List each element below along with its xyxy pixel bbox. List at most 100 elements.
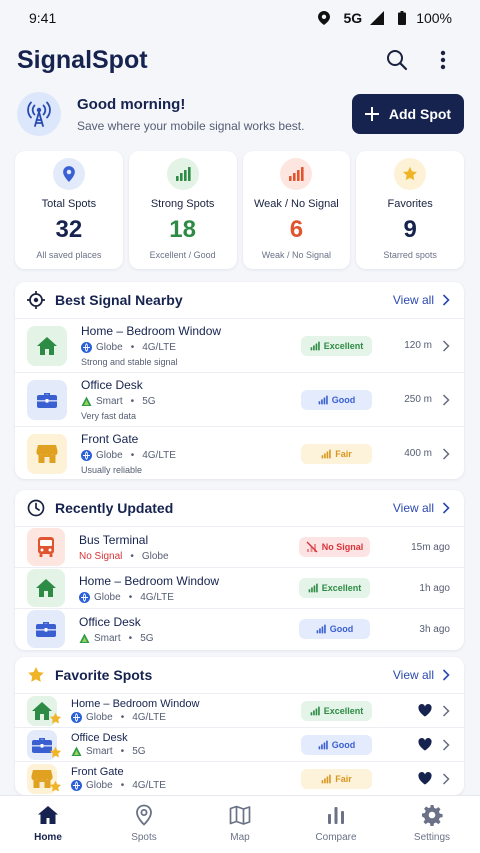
signal-bars-icon bbox=[166, 158, 199, 190]
home-icon bbox=[27, 325, 67, 366]
favorite-row[interactable]: Office Desk Smart • 5G Good bbox=[15, 727, 464, 761]
chevron-right-icon[interactable] bbox=[442, 502, 450, 514]
stat-card[interactable]: Favorites 9 Starred spots bbox=[356, 151, 464, 269]
chevron-right-icon[interactable] bbox=[442, 294, 450, 306]
nav-label: Compare bbox=[315, 832, 357, 843]
briefcase-icon bbox=[27, 729, 62, 760]
carrier-name: Globe bbox=[86, 712, 113, 723]
carrier-name: Globe bbox=[96, 450, 123, 461]
globe-carrier-icon bbox=[81, 450, 92, 461]
signal-badge: No Signal bbox=[299, 537, 370, 557]
stat-label: Favorites bbox=[387, 198, 433, 210]
stat-card[interactable]: Weak / No Signal 6 Weak / No Signal bbox=[242, 151, 351, 269]
clock-icon bbox=[27, 499, 45, 517]
heart-icon[interactable] bbox=[372, 704, 432, 717]
spot-row[interactable]: Front Gate Globe • 4G/LTE Usually reliabl… bbox=[15, 426, 464, 479]
chevron-right-icon[interactable] bbox=[442, 339, 450, 352]
network-type: 4G/LTE bbox=[132, 780, 166, 791]
updated-time: 3h ago bbox=[419, 623, 450, 635]
stat-label: Total Spots bbox=[41, 198, 97, 210]
spot-row[interactable]: Home – Bedroom Window Globe • 4G/LTE Stro… bbox=[15, 318, 464, 372]
signal-bars-icon bbox=[321, 449, 331, 459]
signal-badge: Excellent bbox=[299, 578, 370, 598]
signal-bars-icon bbox=[318, 740, 328, 750]
chevron-right-icon[interactable] bbox=[442, 447, 450, 460]
chevron-right-icon[interactable] bbox=[442, 704, 450, 717]
stat-subtitle: Weak / No Signal bbox=[261, 250, 332, 260]
greeting-subtitle: Save where your mobile signal works best… bbox=[77, 118, 305, 133]
signal-tower-avatar bbox=[17, 92, 61, 136]
network-type: 4G/LTE bbox=[142, 342, 176, 353]
home-icon bbox=[37, 804, 59, 826]
more-options-button[interactable] bbox=[423, 40, 463, 80]
favorites-view-all-link[interactable]: View all bbox=[393, 668, 434, 682]
nav-spots[interactable]: Spots bbox=[96, 796, 192, 853]
nav-map[interactable]: Map bbox=[192, 796, 288, 853]
search-button[interactable] bbox=[377, 40, 417, 80]
favorite-row[interactable]: Front Gate Globe • 4G/LTE Fair bbox=[15, 761, 464, 795]
favorite-spots-card: Favorite Spots View all Home – Bedroom W… bbox=[15, 657, 464, 795]
signal-bars-icon bbox=[321, 774, 331, 784]
updated-time: 1h ago bbox=[419, 582, 450, 594]
add-spot-label: Add Spot bbox=[388, 106, 452, 122]
chevron-right-icon[interactable] bbox=[442, 669, 450, 681]
map-icon bbox=[229, 804, 251, 826]
stat-card[interactable]: Total Spots 32 All saved places bbox=[15, 151, 123, 269]
spot-row[interactable]: Home – Bedroom Window Globe • 4G/LTE Exce… bbox=[15, 567, 464, 608]
nav-settings[interactable]: Settings bbox=[384, 796, 480, 853]
star-icon bbox=[28, 667, 44, 682]
network-type: 4G/LTE bbox=[132, 712, 166, 723]
nearby-view-all-link[interactable]: View all bbox=[393, 293, 434, 307]
storefront-icon bbox=[27, 763, 62, 794]
spot-row[interactable]: Bus Terminal No Signal • Globe No Signal 1… bbox=[15, 526, 464, 567]
signal-bars-icon bbox=[310, 341, 320, 351]
globe-carrier-icon bbox=[81, 342, 92, 353]
nav-label: Map bbox=[230, 832, 250, 843]
smart-carrier-icon bbox=[71, 746, 82, 757]
spot-row[interactable]: Office Desk Smart • 5G Very fast data Goo… bbox=[15, 372, 464, 426]
briefcase-icon bbox=[27, 379, 67, 420]
spot-name: Office Desk bbox=[79, 614, 141, 629]
nav-home[interactable]: Home bbox=[0, 796, 96, 853]
plus-icon bbox=[364, 107, 379, 121]
carrier-name: Globe bbox=[141, 550, 169, 562]
recent-title: Recently Updated bbox=[55, 500, 174, 516]
smart-carrier-icon bbox=[81, 396, 92, 407]
globe-carrier-icon bbox=[79, 591, 90, 603]
chevron-right-icon[interactable] bbox=[442, 738, 450, 751]
stat-subtitle: Excellent / Good bbox=[149, 250, 216, 260]
spot-distance: 250 m bbox=[404, 394, 432, 405]
chevron-right-icon[interactable] bbox=[442, 393, 450, 406]
chevron-right-icon[interactable] bbox=[442, 772, 450, 785]
network-type: 4G/LTE bbox=[142, 450, 176, 461]
recent-view-all-link[interactable]: View all bbox=[393, 501, 434, 515]
spot-name: Front Gate bbox=[71, 766, 124, 778]
signal-badge-label: Excellent bbox=[323, 705, 364, 716]
gear-icon bbox=[421, 804, 443, 826]
location-icon bbox=[317, 11, 330, 25]
stat-card[interactable]: Strong Spots 18 Excellent / Good bbox=[128, 151, 237, 269]
briefcase-icon bbox=[27, 610, 65, 648]
stat-label: Strong Spots bbox=[150, 198, 215, 210]
spot-description: Very fast data bbox=[81, 411, 137, 421]
carrier-name: Globe bbox=[94, 591, 121, 603]
nav-compare[interactable]: Compare bbox=[288, 796, 384, 853]
favorite-row[interactable]: Home – Bedroom Window Globe • 4G/LTE Exce… bbox=[15, 693, 464, 727]
stat-value: 18 bbox=[169, 216, 196, 243]
carrier-name: Smart bbox=[86, 746, 113, 757]
stat-subtitle: Starred spots bbox=[383, 250, 437, 260]
favorites-title: Favorite Spots bbox=[55, 667, 153, 683]
bottom-navigation: Home Spots Map Compare Settings bbox=[0, 795, 480, 853]
status-bar: 9:41 5G 100% bbox=[0, 0, 480, 36]
heart-icon[interactable] bbox=[372, 772, 432, 785]
signal-bars-icon bbox=[310, 706, 320, 716]
spot-row[interactable]: Office Desk Smart • 5G Good 3h ago bbox=[15, 608, 464, 649]
signal-badge-label: Good bbox=[329, 624, 354, 634]
spot-name: Home – Bedroom Window bbox=[79, 573, 220, 588]
add-spot-button[interactable]: Add Spot bbox=[352, 94, 464, 134]
spot-description: Strong and stable signal bbox=[81, 357, 178, 367]
signal-badge: Excellent bbox=[301, 335, 372, 356]
stats-row: Total Spots 32 All saved places Strong S… bbox=[15, 151, 464, 269]
signal-badge-label: Good bbox=[331, 394, 356, 405]
heart-icon[interactable] bbox=[372, 738, 432, 751]
